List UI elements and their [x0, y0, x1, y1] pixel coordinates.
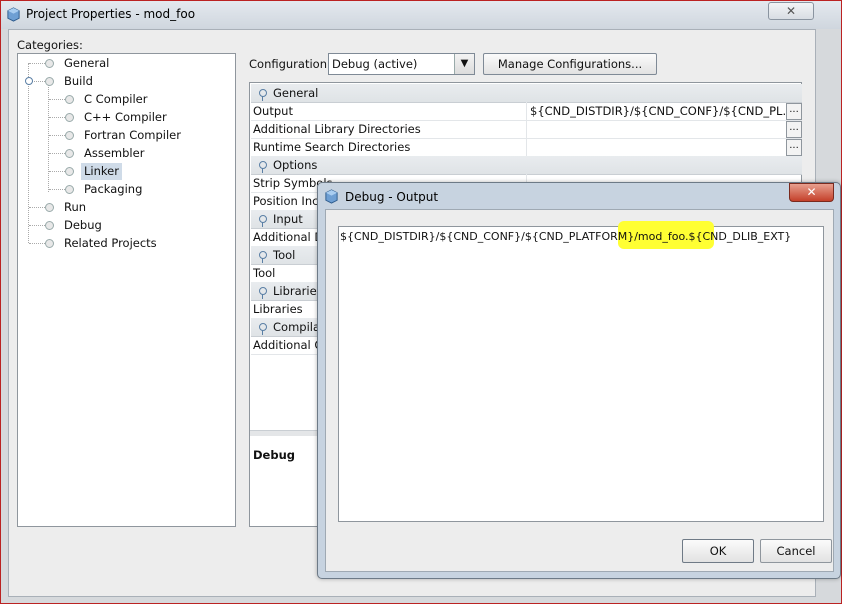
tree-connector — [29, 243, 45, 244]
expand-handle-icon[interactable] — [25, 77, 33, 85]
tree-connector — [49, 99, 65, 100]
property-key: Output — [253, 104, 293, 118]
tree-node-icon — [65, 95, 74, 104]
section-toggle-icon[interactable] — [259, 323, 267, 335]
categories-tree[interactable]: General Build C Compiler C++ Compiler Fortra… — [17, 53, 236, 527]
property-key: Runtime Search Directories — [253, 140, 411, 154]
section-title: Compila — [273, 320, 321, 334]
window-close-button[interactable]: ✕ — [768, 2, 814, 20]
category-item[interactable]: Related Projects — [64, 235, 157, 252]
category-item[interactable]: Packaging — [84, 181, 142, 198]
browse-ellipsis-button[interactable]: ... — [786, 121, 802, 138]
property-row[interactable]: Output ${CND_DISTDIR}/${CND_CONF}/${CND_P… — [251, 102, 802, 121]
section-title: Input — [273, 212, 303, 226]
property-value[interactable] — [526, 138, 786, 156]
tree-connector — [29, 207, 45, 208]
tree-node-icon — [45, 203, 54, 212]
property-row[interactable]: Additional Library Directories... — [251, 120, 802, 139]
section-title: Tool — [273, 248, 296, 262]
category-item[interactable]: Assembler — [84, 145, 144, 162]
property-section-header[interactable]: Options — [251, 156, 802, 175]
categories-label: Categories: — [17, 38, 83, 52]
description-title: Debug — [253, 448, 295, 462]
section-toggle-icon[interactable] — [259, 215, 267, 227]
category-item[interactable]: General — [64, 55, 109, 72]
dialog-titlebar: Debug - Output ✕ — [318, 183, 840, 209]
cancel-button[interactable]: Cancel — [760, 539, 832, 563]
property-section-header[interactable]: General — [251, 84, 802, 103]
dropdown-arrow-icon[interactable]: ▼ — [454, 54, 474, 74]
netbeans-cube-icon — [7, 7, 20, 22]
category-item[interactable]: Debug — [64, 217, 102, 234]
section-title: General — [273, 86, 319, 100]
tree-node-icon — [65, 185, 74, 194]
category-item[interactable]: C++ Compiler — [84, 109, 167, 126]
tree-connector — [29, 63, 45, 64]
tree-node-icon — [45, 59, 54, 68]
tree-node-icon — [45, 239, 54, 248]
tree-connector — [29, 225, 45, 226]
window-title: Project Properties - mod_foo — [26, 7, 196, 21]
tree-connector — [49, 153, 65, 154]
tree-node-icon — [45, 77, 54, 86]
debug-output-dialog: Debug - Output ✕ ${CND_DISTDIR}/${CND_CO… — [317, 182, 841, 579]
property-value[interactable]: ${CND_DISTDIR}/${CND_CONF}/${CND_PL... — [526, 102, 786, 120]
project-properties-window: Project Properties - mod_foo ✕ Categorie… — [0, 0, 842, 604]
tree-connector — [49, 189, 65, 190]
tree-connector — [49, 117, 65, 118]
tree-node-icon — [65, 149, 74, 158]
property-value[interactable] — [526, 120, 786, 138]
manage-configurations-button[interactable]: Manage Configurations... — [483, 53, 657, 75]
netbeans-cube-icon — [325, 189, 338, 204]
property-key: Additional O — [253, 338, 324, 352]
section-toggle-icon[interactable] — [259, 89, 267, 101]
browse-ellipsis-button[interactable]: ... — [786, 103, 802, 120]
section-title: Options — [273, 158, 318, 172]
category-item[interactable]: Run — [64, 199, 86, 216]
tree-connector — [49, 171, 65, 172]
section-toggle-icon[interactable] — [259, 161, 267, 173]
browse-ellipsis-button[interactable]: ... — [786, 139, 802, 156]
output-textarea[interactable]: ${CND_DISTDIR}/${CND_CONF}/${CND_PLATFOR… — [338, 221, 824, 522]
property-key: Tool — [253, 266, 276, 280]
tree-connector — [48, 84, 49, 192]
category-item[interactable]: Fortran Compiler — [84, 127, 181, 144]
dialog-close-button[interactable]: ✕ — [789, 183, 834, 202]
tree-connector — [49, 135, 65, 136]
configuration-label: Configuration: — [249, 57, 331, 71]
property-row[interactable]: Runtime Search Directories... — [251, 138, 802, 157]
tree-node-icon — [65, 113, 74, 122]
tree-node-icon — [65, 131, 74, 140]
section-toggle-icon[interactable] — [259, 251, 267, 263]
tree-node-icon — [65, 167, 74, 176]
section-title: Librarie — [273, 284, 317, 298]
category-item[interactable]: Build — [64, 73, 93, 90]
tree-node-icon — [45, 221, 54, 230]
tree-connector — [28, 63, 29, 243]
dialog-title: Debug - Output — [345, 190, 439, 204]
property-key: Position Inc — [253, 194, 319, 208]
property-key: Additional D — [253, 230, 324, 244]
category-item[interactable]: C Compiler — [84, 91, 147, 108]
ok-button[interactable]: OK — [682, 539, 754, 563]
property-key: Libraries — [253, 302, 303, 316]
dialog-body: ${CND_DISTDIR}/${CND_CONF}/${CND_PLATFOR… — [325, 209, 834, 572]
section-toggle-icon[interactable] — [259, 287, 267, 299]
category-item[interactable]: Linker — [81, 163, 122, 180]
configuration-selected-value[interactable]: Debug (active) — [332, 57, 417, 71]
window-titlebar: Project Properties - mod_foo ✕ — [1, 1, 841, 29]
output-path-text[interactable]: ${CND_DISTDIR}/${CND_CONF}/${CND_PLATFOR… — [340, 230, 791, 243]
property-key: Additional Library Directories — [253, 122, 421, 136]
